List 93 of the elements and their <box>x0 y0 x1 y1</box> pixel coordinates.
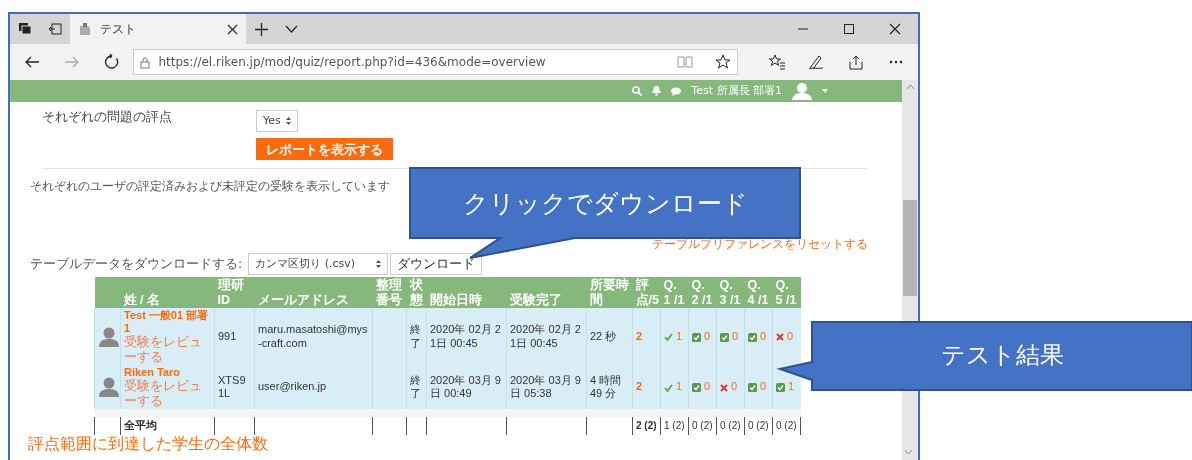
question-score-link[interactable]: 0 <box>704 380 711 393</box>
table-cell-text: XTS91L <box>218 373 246 400</box>
format-select[interactable]: カンマ区切り (.csv) <box>248 253 389 276</box>
table-cell-text: 2020年 02月 21日 00:45 <box>510 323 581 349</box>
table-cell-text: user@riken.jp <box>258 380 327 393</box>
question-score-link[interactable]: 1 <box>788 380 795 393</box>
average-score: 0 (2) <box>720 420 741 431</box>
pen-icon <box>808 54 825 70</box>
column-header[interactable]: 整理番号 <box>372 277 407 308</box>
forward-arrow-icon <box>63 54 80 70</box>
url-text: https://el.riken.jp/mod/quiz/report.php?id=436&mode=overview <box>158 53 547 71</box>
column-header[interactable]: 姓 / 名 <box>120 277 215 308</box>
user-avatar-icon[interactable] <box>792 82 812 100</box>
question-score-link[interactable]: 0 <box>787 329 794 342</box>
question-score-link[interactable]: 1 <box>676 380 683 393</box>
avatar-icon <box>98 377 120 398</box>
scroll-down-icon[interactable] <box>904 449 913 455</box>
maximize-icon <box>843 23 855 35</box>
form-label: それぞれの問題の評点 <box>42 108 173 126</box>
table-cell-text: 2020年 02月 21日 00:45 <box>430 323 501 349</box>
column-header[interactable]: 受験完了 <box>506 277 587 308</box>
grade-select[interactable]: Yes <box>256 110 298 132</box>
windows-icon <box>18 22 32 36</box>
scroll-up-icon[interactable] <box>905 84 915 90</box>
table-cell-text: 終了 <box>410 373 421 400</box>
scrollbar-thumb[interactable] <box>903 200 917 296</box>
student-name-link[interactable]: Test 一般01 部署1 <box>124 308 211 336</box>
callout-text: テスト結果 <box>940 340 1064 372</box>
column-header[interactable]: 理研ID <box>214 277 255 308</box>
column-header[interactable]: Q. 1 /1 <box>660 277 689 308</box>
question-score-link[interactable]: 0 <box>760 380 767 393</box>
table-cell-text: maru.masatoshi@mys-craft.com <box>258 323 368 349</box>
table-cell-text: 4 時間 49 分 <box>590 373 622 400</box>
star-list-icon <box>768 54 785 70</box>
show-report-button[interactable]: レポートを表示する <box>256 138 393 160</box>
chat-bubble-icon[interactable] <box>671 86 682 96</box>
average-label: 全平均 <box>124 419 157 432</box>
search-icon[interactable] <box>632 86 643 96</box>
average-score: 0 (2) <box>748 420 769 431</box>
review-attempt-link[interactable]: 受験をレビューする <box>124 335 211 365</box>
share-icon <box>848 54 865 70</box>
column-header[interactable]: Q. 5 /1 <box>772 277 801 308</box>
tab-title: テスト <box>100 20 137 38</box>
column-header[interactable]: 所要時間 <box>586 277 633 308</box>
close-icon <box>889 23 901 35</box>
question-score-link[interactable]: 0 <box>731 380 738 393</box>
question-score-link[interactable]: 1 <box>676 329 683 342</box>
sort-arrows-icon <box>286 117 291 125</box>
column-header[interactable]: Q. 2 /1 <box>688 277 717 308</box>
user-name[interactable]: Test 所属長 部署1 <box>691 83 782 99</box>
bell-icon[interactable] <box>652 86 662 96</box>
lock-icon <box>140 55 151 69</box>
table-cell-text: 22 秒 <box>590 329 617 342</box>
column-header[interactable]: Q. 4 /1 <box>744 277 773 308</box>
average-score: 0 (2) <box>776 420 797 431</box>
grade-link[interactable]: 2 <box>636 329 643 342</box>
column-header[interactable]: 評点/5 <box>632 277 661 308</box>
callout-text: クリックでダウンロード <box>462 187 748 220</box>
column-header[interactable]: メールアドレス <box>254 277 373 308</box>
plus-icon <box>254 22 268 36</box>
column-header[interactable]: 状態 <box>406 277 427 308</box>
avatar-icon <box>98 326 120 347</box>
table-cell-text: 991 <box>218 329 237 342</box>
table-cell-text: 2020年 03月 9日 00:49 <box>430 373 501 400</box>
page-favicon-icon <box>78 22 92 36</box>
refresh-icon <box>103 54 120 70</box>
address-field[interactable]: https://el.riken.jp/mod/quiz/report.php?id=436&mode=overview <box>133 49 738 75</box>
section-heading: 評点範囲に到達した学生の全体数 <box>28 435 268 453</box>
browser-tab[interactable]: テスト <box>70 14 246 44</box>
column-header[interactable]: 開始日時 <box>426 277 507 308</box>
table-cell-text: 終了 <box>410 323 421 349</box>
back-arrow-icon <box>23 54 40 70</box>
question-score-link[interactable]: 0 <box>732 329 739 342</box>
caret-icon[interactable] <box>822 89 828 93</box>
download-button[interactable]: ダウンロード <box>390 253 483 276</box>
average-grade: 2 (2) <box>636 420 657 431</box>
sort-arrows-icon <box>376 260 382 269</box>
average-score: 0 (2) <box>692 420 713 431</box>
table-cell-text: 2020年 03月 9日 05:38 <box>510 373 581 400</box>
average-score: 1 (2) <box>664 420 685 431</box>
tabs-aside-icon <box>48 22 62 36</box>
close-icon[interactable] <box>227 23 238 35</box>
question-score-link[interactable]: 0 <box>760 329 767 342</box>
chevron-down-icon <box>284 25 298 33</box>
download-label: テーブルデータをダウンロードする: <box>30 255 243 273</box>
info-text: それぞれのユーザの評定済みおよび未評定の受験を表示しています <box>30 179 390 195</box>
review-attempt-link[interactable]: 受験をレビューする <box>124 379 211 408</box>
column-header[interactable]: Q. 3 /1 <box>716 277 745 308</box>
question-score-link[interactable]: 0 <box>704 329 711 342</box>
book-icon[interactable] <box>676 55 693 69</box>
star-icon[interactable] <box>714 54 731 70</box>
student-name-link[interactable]: Riken Taro <box>124 366 211 380</box>
grade-link[interactable]: 2 <box>636 380 643 393</box>
